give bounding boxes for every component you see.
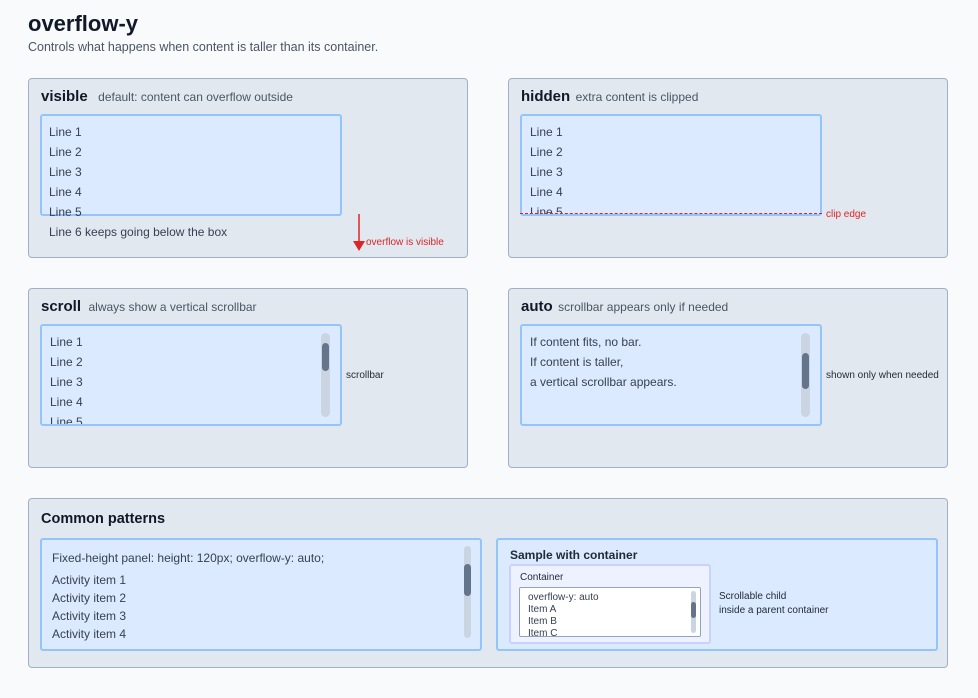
scrollbar-thumb[interactable] [691, 602, 696, 618]
auto-line: If content fits, no bar. [530, 335, 642, 349]
scroll-line: Line 3 [50, 375, 83, 389]
sample-container-panel: Sample with container Container overflow… [496, 538, 938, 651]
card-hidden: hidden extra content is clipped Line 1 L… [508, 78, 948, 258]
page-subtitle: Controls what happens when content is ta… [28, 40, 379, 54]
card-auto: auto scrollbar appears only if needed If… [508, 288, 948, 468]
fixed-height-panel[interactable]: Fixed-height panel: height: 120px; overf… [40, 538, 482, 651]
card-visible: visible default: content can overflow ou… [28, 78, 468, 258]
card-hidden-name: hidden [521, 88, 571, 105]
hidden-line: Line 3 [530, 165, 563, 179]
card-scroll-desc: always show a vertical scrollbar [88, 300, 257, 314]
hidden-line: Line 5 [530, 205, 563, 216]
card-hidden-desc: extra content is clipped [575, 90, 699, 104]
auto-line: If content is taller, [530, 355, 624, 369]
child-line: overflow-y: auto [528, 592, 599, 603]
container-label: Container [520, 572, 564, 583]
scrollbar-track[interactable] [321, 333, 330, 417]
hidden-line: Line 1 [530, 125, 563, 139]
card-visible-name: visible [41, 88, 88, 105]
common-patterns-heading: Common patterns [41, 511, 166, 527]
visible-line: Line 1 [49, 125, 82, 139]
sample-note-line1: Scrollable child [719, 591, 787, 602]
auto-demo-box[interactable]: If content fits, no bar. If content is t… [520, 324, 822, 426]
visible-annotation: overflow is visible [366, 237, 444, 248]
card-auto-desc: scrollbar appears only if needed [558, 300, 729, 314]
scroll-line: Line 4 [50, 395, 83, 409]
child-line: Item A [528, 604, 557, 615]
card-auto-name: auto [521, 298, 553, 315]
scrollbar-track[interactable] [801, 333, 810, 417]
hidden-line: Line 4 [530, 185, 563, 199]
card-scroll: scroll always show a vertical scrollbar … [28, 288, 468, 468]
parent-container: Container overflow-y: auto Item A Item B… [509, 564, 711, 644]
scrollbar-thumb[interactable] [322, 343, 329, 371]
scroll-demo-box[interactable]: Line 1 Line 2 Line 3 Line 4 Line 5 [40, 324, 342, 426]
sample-note-line2: inside a parent container [719, 605, 829, 616]
activity-item: Activity item 4 [52, 627, 127, 641]
child-line: Item B [528, 616, 557, 627]
scroll-line: Line 5 [50, 415, 83, 426]
card-common-patterns: Common patterns Fixed-height panel: heig… [28, 498, 948, 668]
hidden-line: Line 2 [530, 145, 563, 159]
card-visible-header: visible default: content can overflow ou… [41, 88, 293, 106]
auto-annotation: shown only when needed [826, 370, 939, 381]
arrow-down-icon [353, 214, 365, 251]
visible-line: Line 3 [49, 165, 82, 179]
activity-item: Activity item 1 [52, 573, 127, 587]
card-scroll-name: scroll [41, 298, 82, 315]
card-visible-desc: default: content can overflow outside [98, 90, 293, 104]
activity-item: Activity item 2 [52, 591, 127, 605]
scroll-line: Line 1 [50, 335, 83, 349]
card-auto-header: auto scrollbar appears only if needed [521, 298, 728, 316]
panel-label: Fixed-height panel: height: 120px; overf… [52, 551, 325, 565]
sample-title: Sample with container [510, 548, 638, 562]
visible-line: Line 5 [49, 205, 82, 219]
scroll-line: Line 2 [50, 355, 83, 369]
visible-demo-box [40, 114, 342, 216]
scrollable-child[interactable]: overflow-y: auto Item A Item B Item C [519, 587, 701, 637]
scrollbar-track[interactable] [464, 546, 471, 638]
visible-line: Line 2 [49, 145, 82, 159]
page-title: overflow-y [28, 11, 139, 36]
visible-overflow-line: Line 6 keeps going below the box [49, 225, 228, 239]
clip-edge-line [520, 213, 822, 214]
hidden-demo-box: Line 1 Line 2 Line 3 Line 4 Line 5 [520, 114, 822, 216]
scrollbar-thumb[interactable] [802, 353, 809, 389]
scrollbar-thumb[interactable] [464, 564, 471, 596]
scroll-annotation: scrollbar [346, 370, 384, 381]
child-line: Item C [528, 628, 558, 637]
auto-line: a vertical scrollbar appears. [530, 375, 677, 389]
hidden-annotation: clip edge [826, 209, 867, 220]
scrollbar-track[interactable] [691, 591, 696, 633]
activity-item: Activity item 3 [52, 609, 127, 623]
card-scroll-header: scroll always show a vertical scrollbar [41, 298, 257, 316]
card-hidden-header: hidden extra content is clipped [521, 88, 698, 106]
common-patterns-header: Common patterns [41, 510, 165, 528]
visible-line: Line 4 [49, 185, 82, 199]
